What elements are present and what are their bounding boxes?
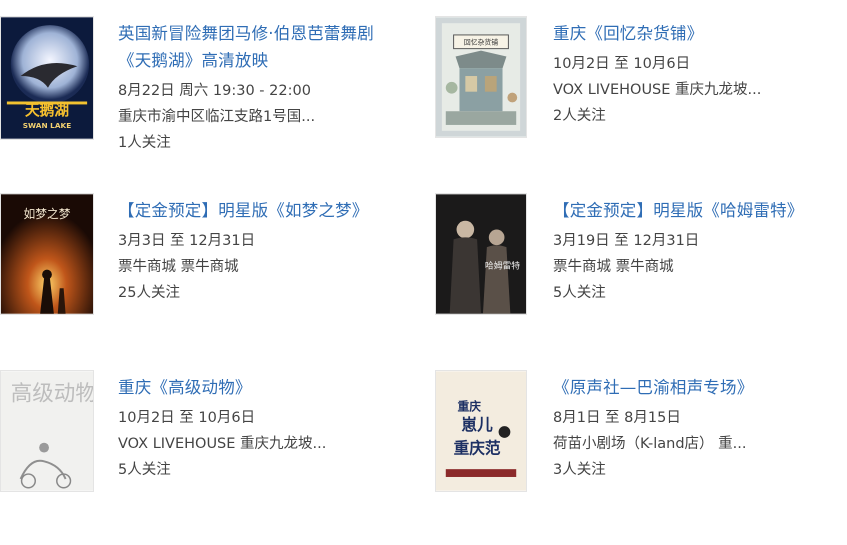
svg-text:回忆杂货铺: 回忆杂货铺: [464, 38, 498, 47]
event-poster-image[interactable]: 如梦之梦: [0, 193, 94, 315]
hamlet-poster-art: 哈姆雷特: [436, 194, 526, 314]
dream-poster-art: 如梦之梦: [1, 194, 93, 314]
event-date-time: 3月3日 至 12月31日: [118, 233, 256, 249]
event-follow-count: 1人关注: [118, 135, 171, 151]
event-venue: 荷苗小剧场（K-land店） 重...: [553, 436, 747, 452]
event-date-time: 8月22日 周六 19:30 - 22:00: [118, 83, 311, 99]
svg-text:重庆范: 重庆范: [454, 439, 501, 458]
event-title-link[interactable]: 【定金预定】明星版《哈姆雷特》: [553, 197, 843, 224]
advanced-animals-poster-art: 高级动物: [1, 371, 93, 491]
event-date-time: 10月2日 至 10月6日: [553, 56, 691, 72]
event-venue: 票牛商城 票牛商城: [553, 259, 674, 275]
event-title-link[interactable]: 重庆《高级动物》: [118, 374, 408, 401]
event-title-line[interactable]: 重庆《高级动物》: [118, 374, 408, 401]
event-follow-count: 25人关注: [118, 285, 180, 301]
event-title-link[interactable]: 英国新冒险舞团马修·伯恩芭蕾舞剧 《天鹅湖》高清放映: [118, 20, 408, 74]
event-poster-image[interactable]: 回忆杂货铺: [435, 16, 527, 138]
event-poster-image[interactable]: 高级动物: [0, 370, 94, 492]
event-venue: VOX LIVEHOUSE 重庆九龙坡...: [553, 82, 762, 98]
crosstalk-poster-art: 重庆 崽儿 重庆范: [436, 371, 526, 491]
svg-text:天鹅湖: 天鹅湖: [25, 101, 69, 119]
memory-store-poster-art: 回忆杂货铺: [436, 17, 526, 137]
svg-text:高级动物: 高级动物: [11, 382, 93, 407]
event-follow-count: 3人关注: [553, 462, 606, 478]
event-info: 英国新冒险舞团马修·伯恩芭蕾舞剧 《天鹅湖》高清放映 8月22日 周六 19:3…: [118, 16, 408, 156]
event-poster-image[interactable]: 哈姆雷特: [435, 193, 527, 315]
event-info: 重庆《高级动物》 10月2日 至 10月6日 VOX LIVEHOUSE 重庆九…: [118, 370, 408, 483]
event-follow-count: 5人关注: [553, 285, 606, 301]
event-venue: 重庆市渝中区临江支路1号国...: [118, 109, 316, 125]
event-title-link[interactable]: 【定金预定】明星版《如梦之梦》: [118, 197, 408, 224]
event-date-time: 3月19日 至 12月31日: [553, 233, 700, 249]
event-follow-count: 5人关注: [118, 462, 171, 478]
event-follow-count: 2人关注: [553, 108, 606, 124]
event-title-line[interactable]: 《天鹅湖》高清放映: [118, 47, 408, 74]
event-info: 重庆《回忆杂货铺》 10月2日 至 10月6日 VOX LIVEHOUSE 重庆…: [553, 16, 843, 129]
event-info: 【定金预定】明星版《哈姆雷特》 3月19日 至 12月31日 票牛商城 票牛商城…: [553, 193, 843, 306]
event-info: 《原声社—巴渝相声专场》 8月1日 至 8月15日 荷苗小剧场（K-land店）…: [553, 370, 843, 483]
event-poster-image[interactable]: 重庆 崽儿 重庆范: [435, 370, 527, 492]
event-venue: VOX LIVEHOUSE 重庆九龙坡...: [118, 436, 327, 452]
event-poster-image[interactable]: 天鹅湖 SWAN LAKE: [0, 16, 94, 140]
event-info: 【定金预定】明星版《如梦之梦》 3月3日 至 12月31日 票牛商城 票牛商城 …: [118, 193, 408, 306]
svg-text:SWAN LAKE: SWAN LAKE: [23, 121, 71, 130]
event-venue: 票牛商城 票牛商城: [118, 259, 239, 275]
event-date-time: 10月2日 至 10月6日: [118, 410, 256, 426]
event-title-line[interactable]: 英国新冒险舞团马修·伯恩芭蕾舞剧: [118, 20, 408, 47]
event-title-link[interactable]: 《原声社—巴渝相声专场》: [553, 374, 843, 401]
event-title-line[interactable]: 【定金预定】明星版《如梦之梦》: [118, 197, 408, 224]
svg-text:如梦之梦: 如梦之梦: [24, 207, 71, 221]
event-title-link[interactable]: 重庆《回忆杂货铺》: [553, 20, 843, 47]
svg-text:崽儿: 崽儿: [461, 415, 493, 434]
swan-lake-poster-art: 天鹅湖 SWAN LAKE: [1, 17, 93, 139]
svg-text:重庆: 重庆: [458, 399, 482, 413]
svg-text:哈姆雷特: 哈姆雷特: [485, 260, 520, 272]
event-title-line[interactable]: 重庆《回忆杂货铺》: [553, 20, 843, 47]
event-title-line[interactable]: 【定金预定】明星版《哈姆雷特》: [553, 197, 843, 224]
event-title-line[interactable]: 《原声社—巴渝相声专场》: [553, 374, 843, 401]
event-date-time: 8月1日 至 8月15日: [553, 410, 681, 426]
